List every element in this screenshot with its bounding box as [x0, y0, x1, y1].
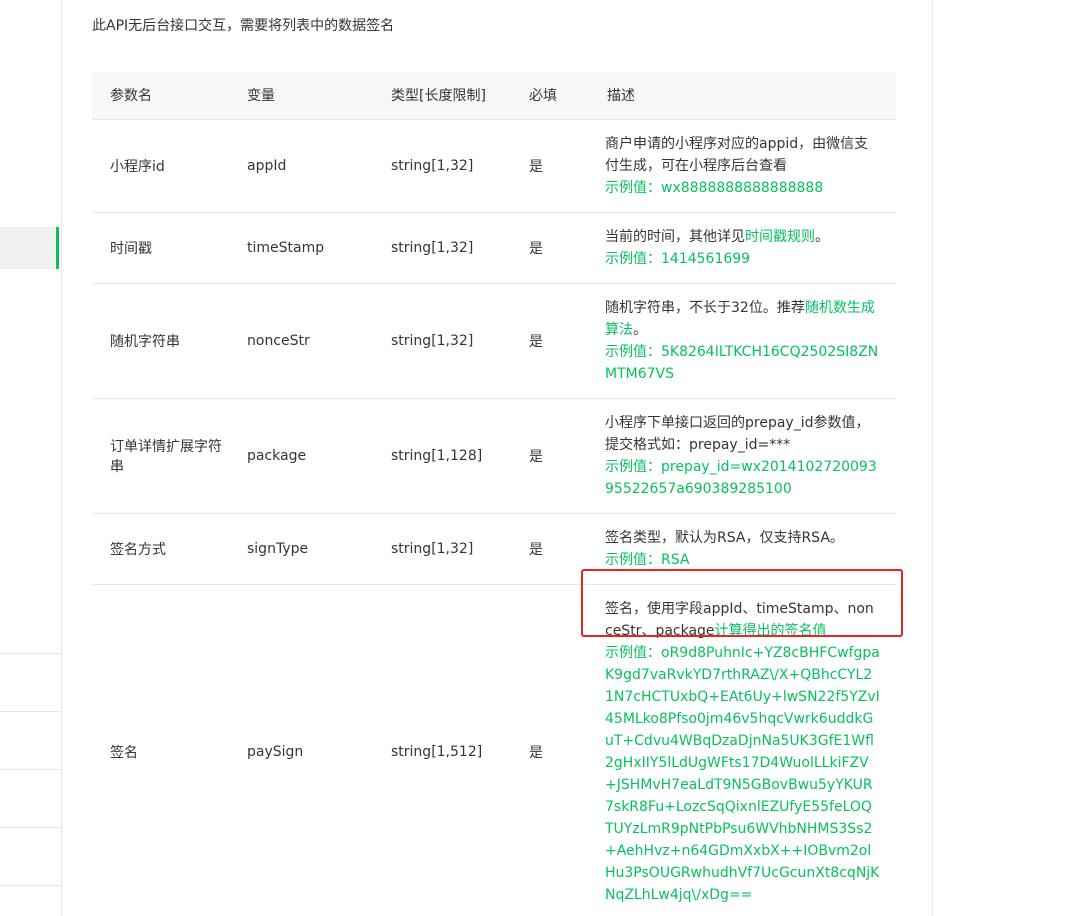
param-required: 是: [511, 513, 589, 585]
param-description: 当前的时间，其他详见时间戳规则。 示例值：1414561699: [589, 212, 896, 284]
nav-item-active[interactable]: [0, 227, 59, 269]
param-name: 随机字符串: [92, 283, 229, 399]
table-row: 签名 paySign string[1,512] 是 签名，使用字段appId、…: [92, 584, 896, 916]
param-type: string[1,128]: [373, 398, 511, 514]
param-name: 小程序id: [92, 119, 229, 213]
param-name: 订单详情扩展字符串: [92, 398, 229, 514]
header-required: 必填: [511, 72, 589, 120]
param-description: 商户申请的小程序对应的appid，由微信支付生成，可在小程序后台查看 示例值：w…: [589, 119, 896, 213]
param-required: 是: [511, 212, 589, 284]
param-description: 签名，使用字段appId、timeStamp、nonceStr、package计…: [589, 584, 896, 916]
param-type: string[1,32]: [373, 513, 511, 585]
description-text: 商户申请的小程序对应的appid，由微信支付生成，可在小程序后台查看: [605, 135, 869, 174]
description-suffix: 。: [815, 228, 829, 245]
param-variable: nonceStr: [229, 283, 373, 399]
param-variable: signType: [229, 513, 373, 585]
table-row: 时间戳 timeStamp string[1,32] 是 当前的时间，其他详见时…: [92, 212, 896, 284]
param-type: string[1,32]: [373, 119, 511, 213]
table-row: 签名方式 signType string[1,32] 是 签名类型，默认为RSA…: [92, 513, 896, 585]
header-type: 类型[长度限制]: [373, 72, 511, 120]
param-name: 签名方式: [92, 513, 229, 585]
example-value: 示例值：1414561699: [605, 250, 751, 267]
example-value: 示例值：wx8888888888888888: [605, 179, 824, 196]
example-value: 示例值：prepay_id=wx201410272009395522657a69…: [605, 458, 877, 497]
description-text: 小程序下单接口返回的prepay_id参数值，提交格式如：prepay_id=*…: [605, 414, 870, 453]
left-navigation: [0, 0, 62, 916]
nav-divider: [0, 653, 61, 654]
param-name: 时间戳: [92, 212, 229, 284]
timestamp-rules-link[interactable]: 时间戳规则: [745, 229, 815, 245]
signature-value-link[interactable]: 计算得出的签名值: [715, 623, 827, 639]
header-variable: 变量: [229, 72, 373, 120]
header-param-name: 参数名: [92, 72, 229, 120]
table-row: 小程序id appId string[1,32] 是 商户申请的小程序对应的ap…: [92, 119, 896, 213]
intro-text: 此API无后台接口交互，需要将列表中的数据签名: [92, 18, 395, 34]
param-required: 是: [511, 119, 589, 213]
table-row: 订单详情扩展字符串 package string[1,128] 是 小程序下单接…: [92, 398, 896, 514]
nav-divider: [0, 769, 61, 770]
param-type: string[1,32]: [373, 212, 511, 284]
param-variable: appId: [229, 119, 373, 213]
param-variable: package: [229, 398, 373, 514]
header-description: 描述: [589, 72, 896, 120]
nav-divider: [0, 711, 61, 712]
param-description: 签名类型，默认为RSA，仅支持RSA。 示例值：RSA: [589, 513, 896, 585]
nav-divider: [0, 827, 61, 828]
param-required: 是: [511, 398, 589, 514]
example-value: 示例值：RSA: [605, 551, 690, 568]
description-text: 签名类型，默认为RSA，仅支持RSA。: [605, 529, 844, 546]
description-text: 随机字符串，不长于32位。推荐: [605, 299, 805, 316]
nav-divider: [0, 885, 61, 886]
description-text: 当前的时间，其他详见: [605, 228, 745, 245]
table-row: 随机字符串 nonceStr string[1,32] 是 随机字符串，不长于3…: [92, 283, 896, 399]
content-right-border: [932, 0, 933, 916]
parameter-table: 参数名 变量 类型[长度限制] 必填 描述 小程序id appId string…: [92, 72, 896, 916]
param-description: 小程序下单接口返回的prepay_id参数值，提交格式如：prepay_id=*…: [589, 398, 896, 514]
example-value: 示例值：5K8264ILTKCH16CQ2502SI8ZNMTM67VS: [605, 343, 879, 382]
param-variable: paySign: [229, 584, 373, 916]
param-required: 是: [511, 283, 589, 399]
table-header-row: 参数名 变量 类型[长度限制] 必填 描述: [92, 72, 896, 120]
example-value: 示例值：oR9d8PuhnIc+YZ8cBHFCwfgpaK9gd7vaRvkY…: [605, 644, 880, 903]
description-suffix: 。: [633, 321, 647, 338]
param-required: 是: [511, 584, 589, 916]
param-variable: timeStamp: [229, 212, 373, 284]
param-type: string[1,32]: [373, 283, 511, 399]
param-description: 随机字符串，不长于32位。推荐随机数生成算法。 示例值：5K8264ILTKCH…: [589, 283, 896, 399]
param-name: 签名: [92, 584, 229, 916]
param-type: string[1,512]: [373, 584, 511, 916]
